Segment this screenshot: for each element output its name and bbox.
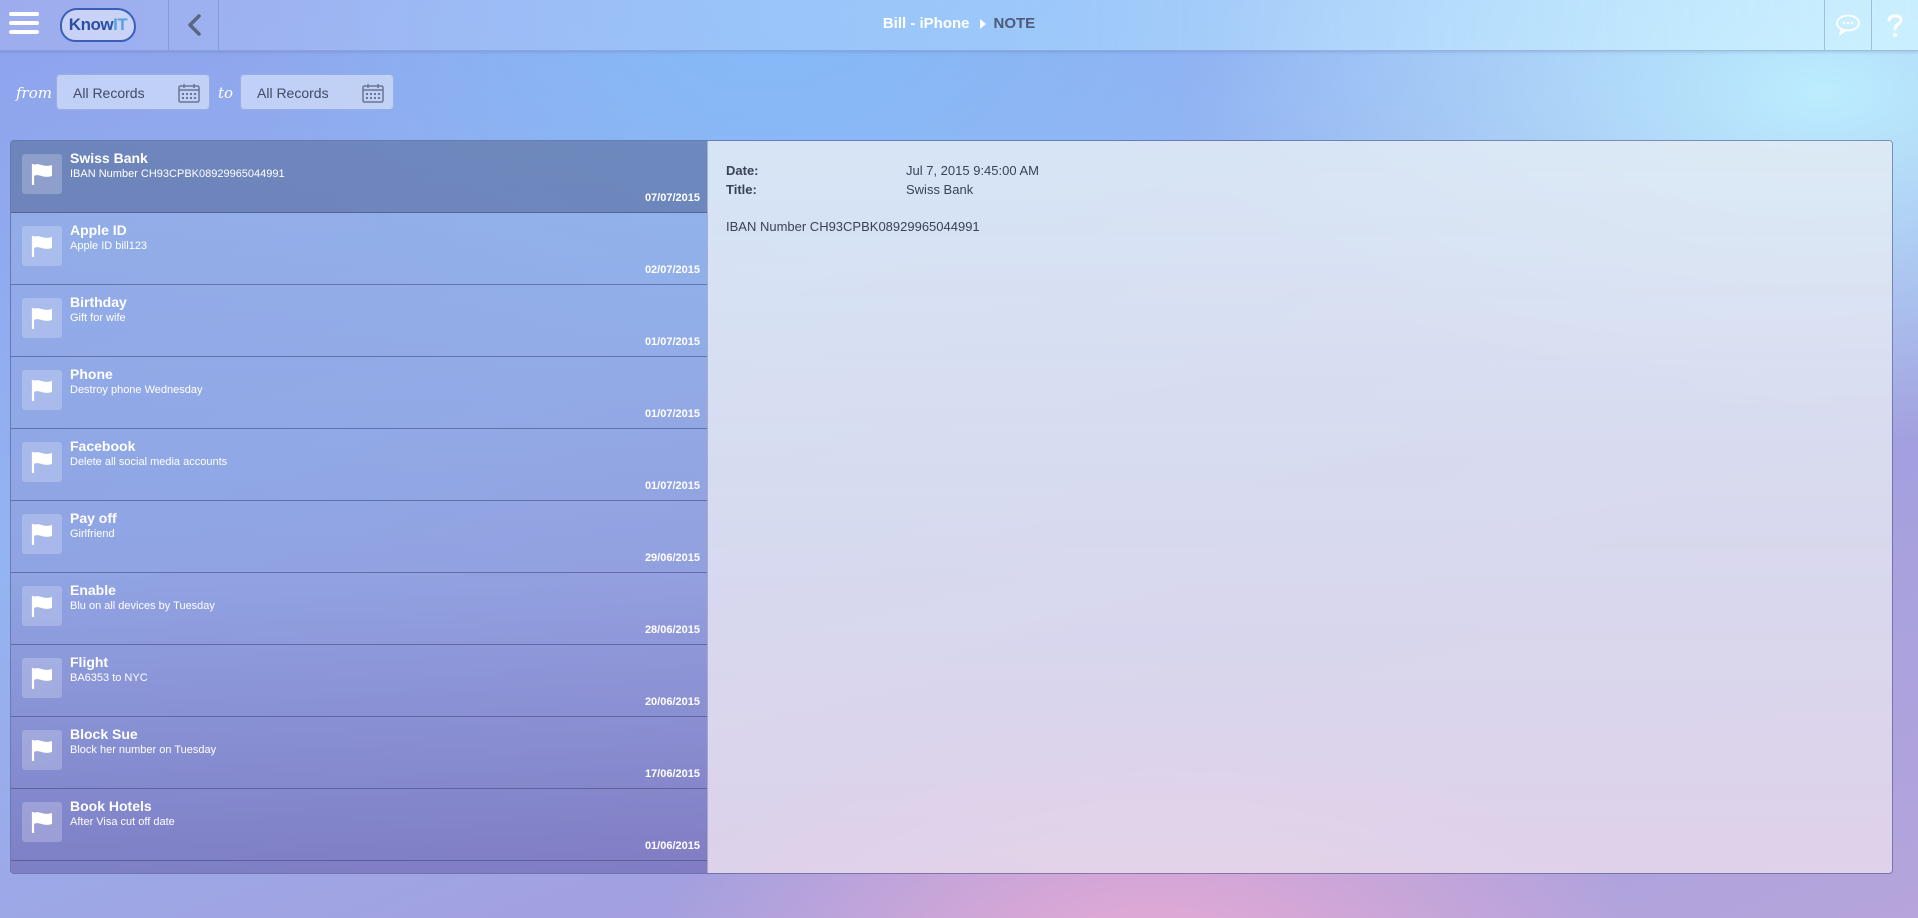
note-date: 02/07/2015 [644, 264, 700, 276]
flag-icon [22, 298, 62, 338]
flag-icon [22, 658, 62, 698]
flag-icon [22, 370, 62, 410]
note-date: 28/06/2015 [644, 624, 700, 636]
note-date: 01/07/2015 [644, 480, 700, 492]
note-item[interactable]: Enable Blu on all devices by Tuesday 28/… [11, 573, 707, 645]
note-item[interactable]: Swiss Bank IBAN Number CH93CPBK089299650… [11, 141, 707, 213]
flag-icon [22, 442, 62, 482]
note-item[interactable]: Book Hotels After Visa cut off date 01/0… [11, 789, 707, 861]
note-item[interactable]: Phone Destroy phone Wednesday 01/07/2015 [11, 357, 707, 429]
flag-icon [22, 802, 62, 842]
note-date: 29/06/2015 [644, 552, 700, 564]
note-subtitle: BA6353 to NYC [70, 672, 148, 684]
breadcrumb-device[interactable]: Bill - iPhone [883, 15, 970, 32]
note-item[interactable]: Apple ID Apple ID bill123 02/07/2015 [11, 213, 707, 285]
chat-button[interactable] [1825, 0, 1871, 50]
detail-title-value: Swiss Bank [906, 182, 974, 197]
top-bar: Know IT Bill - iPhone NOTE [0, 0, 1918, 51]
note-detail: Date: Jul 7, 2015 9:45:00 AM Title: Swis… [707, 141, 1892, 873]
note-item[interactable]: Birthday Gift for wife 01/07/2015 [11, 285, 707, 357]
note-date: 20/06/2015 [644, 696, 700, 708]
note-date: 01/07/2015 [644, 336, 700, 348]
breadcrumb-arrow-icon [979, 18, 986, 29]
to-date-value: All Records [257, 85, 329, 101]
chat-icon [1836, 14, 1860, 35]
note-title: Block Sue [70, 726, 138, 742]
note-subtitle: Destroy phone Wednesday [70, 384, 203, 396]
from-label: from [16, 84, 52, 102]
note-item[interactable]: Pay off Girlfriend 29/06/2015 [11, 501, 707, 573]
detail-title-label: Title: [726, 182, 757, 197]
note-title: Swiss Bank [70, 150, 148, 166]
note-date: 01/07/2015 [644, 408, 700, 420]
notes-panel: Swiss Bank IBAN Number CH93CPBK089299650… [10, 140, 1893, 874]
note-title: Apple ID [70, 222, 127, 238]
note-title: Flight [70, 654, 109, 670]
breadcrumb: Bill - iPhone NOTE [0, 15, 1918, 32]
notes-list[interactable]: Swiss Bank IBAN Number CH93CPBK089299650… [11, 141, 707, 873]
note-title: Pay off [70, 510, 117, 526]
note-subtitle: Gift for wife [70, 312, 126, 324]
note-item[interactable]: Facebook Delete all social media account… [11, 429, 707, 501]
note-subtitle: Blu on all devices by Tuesday [70, 600, 215, 612]
note-item[interactable]: Flight BA6353 to NYC 20/06/2015 [11, 645, 707, 717]
note-title: Book Hotels [70, 798, 152, 814]
detail-date-label: Date: [726, 163, 759, 178]
note-subtitle: Delete all social media accounts [70, 456, 228, 468]
detail-date-value: Jul 7, 2015 9:45:00 AM [906, 163, 1039, 178]
from-date-picker[interactable]: All Records [56, 74, 210, 110]
note-date: 17/06/2015 [644, 768, 700, 780]
note-item[interactable]: Block Sue Block her number on Tuesday 17… [11, 717, 707, 789]
from-date-value: All Records [73, 85, 145, 101]
breadcrumb-section: NOTE [993, 15, 1036, 32]
flag-icon [22, 730, 62, 770]
note-title: Facebook [70, 438, 136, 454]
note-date: 07/07/2015 [644, 192, 700, 204]
flag-icon [22, 514, 62, 554]
note-subtitle: Girlfriend [70, 528, 115, 540]
to-label: to [218, 84, 234, 102]
note-subtitle: Block her number on Tuesday [70, 744, 217, 756]
calendar-icon [178, 84, 200, 103]
note-title: Birthday [70, 294, 127, 310]
flag-icon [22, 586, 62, 626]
note-title: Enable [70, 582, 116, 598]
flag-icon [22, 154, 62, 194]
flag-icon [22, 226, 62, 266]
note-date: 01/06/2015 [644, 840, 700, 852]
note-subtitle: Apple ID bill123 [70, 240, 148, 252]
note-subtitle: IBAN Number CH93CPBK08929965044991 [70, 168, 285, 180]
help-icon [1887, 14, 1903, 37]
detail-body: IBAN Number CH93CPBK08929965044991 [726, 219, 980, 234]
calendar-icon [362, 84, 384, 103]
note-subtitle: After Visa cut off date [70, 816, 175, 828]
note-title: Phone [70, 366, 113, 382]
help-button[interactable] [1872, 0, 1918, 50]
to-date-picker[interactable]: All Records [240, 74, 394, 110]
